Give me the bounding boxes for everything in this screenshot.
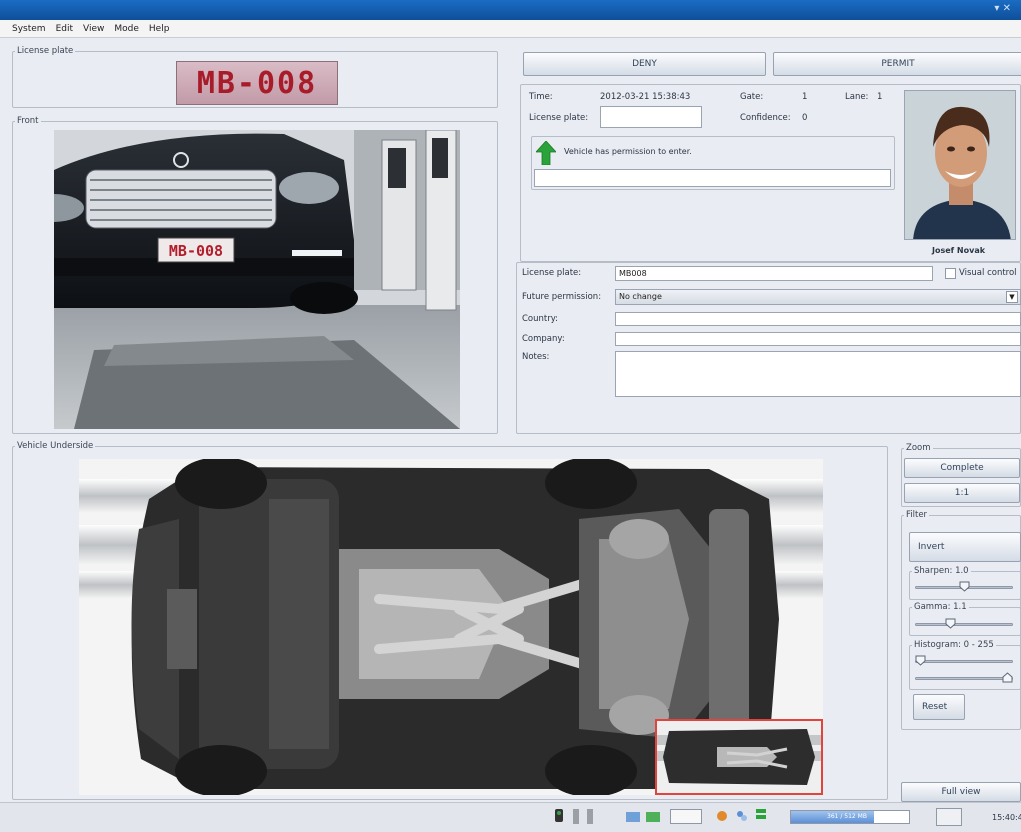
license-plate-crop: MB-008 [176, 61, 338, 105]
recognized-plate-field[interactable] [600, 106, 702, 128]
full-view-button[interactable]: Full view [901, 782, 1021, 802]
license-plate-legend: License plate [17, 46, 74, 56]
memory-progress-text: 361 / 512 MB [827, 813, 867, 820]
menu-help[interactable]: Help [149, 24, 170, 34]
title-bar: ▾ ✕ [0, 0, 1021, 20]
permission-message-box: Vehicle has permission to enter. [531, 136, 895, 190]
invert-label: Invert [918, 542, 945, 552]
company-label: Company: [522, 334, 565, 344]
driver-photo [904, 90, 1016, 240]
front-legend: Front [17, 116, 39, 126]
visual-control-label: Visual control [959, 268, 1017, 278]
dropdown-chevron-icon[interactable]: ▼ [1006, 291, 1018, 303]
permission-message: Vehicle has permission to enter. [564, 147, 692, 156]
notes-label: Notes: [522, 352, 550, 362]
time-label: Time: [529, 92, 553, 102]
country-field[interactable] [615, 312, 1021, 326]
camera-icon [555, 809, 563, 822]
gamma-slider-knob[interactable] [945, 618, 956, 629]
menu-edit[interactable]: Edit [56, 24, 73, 34]
zoom-complete-button[interactable]: Complete [904, 458, 1020, 478]
person-name: Josef Novak [932, 246, 986, 255]
future-permission-value: No change [619, 292, 662, 301]
reset-button[interactable]: Reset [913, 694, 965, 720]
menu-system[interactable]: System [12, 24, 46, 34]
underside-scan-image[interactable] [79, 459, 823, 795]
vehicle-form-panel [516, 262, 1021, 434]
reset-label: Reset [922, 702, 948, 712]
zoom-1-1-button[interactable]: 1:1 [904, 483, 1020, 503]
front-photo-svg: MB-008 [54, 130, 460, 429]
gamma-group: Gamma: 1.1 [909, 602, 1021, 636]
confidence-label: Confidence: [740, 113, 791, 123]
histogram-label: Histogram: 0 - 255 [914, 640, 994, 650]
tray-button[interactable] [670, 809, 702, 824]
network-icon[interactable] [736, 810, 748, 822]
memory-progress-bar: 361 / 512 MB [790, 810, 910, 824]
message-detail-field [534, 169, 891, 187]
front-camera-image: MB-008 [54, 130, 460, 429]
monitor-icon [646, 812, 660, 822]
invert-button[interactable]: Invert [909, 532, 1021, 562]
future-permission-select[interactable]: No change ▼ [615, 289, 1021, 305]
window-controls-icon[interactable]: ▾ ✕ [994, 3, 1011, 14]
barrier-icon [587, 809, 593, 824]
visual-control-checkbox[interactable] [945, 268, 956, 279]
status-tray: 361 / 512 MB [540, 806, 980, 828]
front-plate-text: MB-008 [169, 242, 223, 260]
filter-legend: Filter [906, 510, 928, 520]
lane-value: 1 [877, 92, 883, 102]
menu-bar: System Edit View Mode Help [0, 20, 1021, 38]
arrow-up-icon [536, 141, 556, 165]
gate-label: Gate: [740, 92, 764, 102]
form-plate-field[interactable]: MB008 [615, 266, 933, 281]
histogram-high-track[interactable] [915, 677, 1013, 680]
zoom-legend: Zoom [906, 443, 931, 453]
recognized-plate-label: License plate: [529, 113, 589, 123]
company-field[interactable] [615, 332, 1021, 346]
network-icon [626, 812, 640, 822]
histogram-low-knob[interactable] [915, 655, 926, 666]
menu-mode[interactable]: Mode [114, 24, 139, 34]
overview-minimap[interactable] [655, 719, 823, 795]
deny-button[interactable]: DENY [523, 52, 766, 76]
license-plate-text: MB-008 [196, 65, 318, 101]
lane-label: Lane: [845, 92, 869, 102]
histogram-low-track[interactable] [915, 660, 1013, 663]
monitor-icon [756, 809, 766, 819]
sharpen-slider-knob[interactable] [959, 581, 970, 592]
gate-value: 1 [802, 92, 808, 102]
country-label: Country: [522, 314, 559, 324]
minimap-svg [657, 721, 821, 793]
histogram-high-knob[interactable] [1002, 672, 1013, 683]
permit-button[interactable]: PERMIT [773, 52, 1021, 76]
gamma-slider-track[interactable] [915, 623, 1013, 626]
lock-icon[interactable] [936, 808, 962, 826]
notes-field[interactable] [615, 351, 1021, 397]
confidence-value: 0 [802, 113, 808, 123]
future-permission-label: Future permission: [522, 292, 602, 302]
settings-icon[interactable] [716, 810, 728, 822]
form-plate-label: License plate: [522, 268, 582, 278]
vehicle-underside-legend: Vehicle Underside [17, 441, 94, 451]
time-value: 2012-03-21 15:38:43 [600, 92, 691, 102]
barrier-icon [573, 809, 579, 824]
sharpen-label: Sharpen: 1.0 [914, 566, 969, 576]
person-portrait-svg [905, 91, 1015, 239]
gamma-label: Gamma: 1.1 [914, 602, 967, 612]
menu-view[interactable]: View [83, 24, 104, 34]
status-clock: 15:40:4 [992, 813, 1021, 822]
